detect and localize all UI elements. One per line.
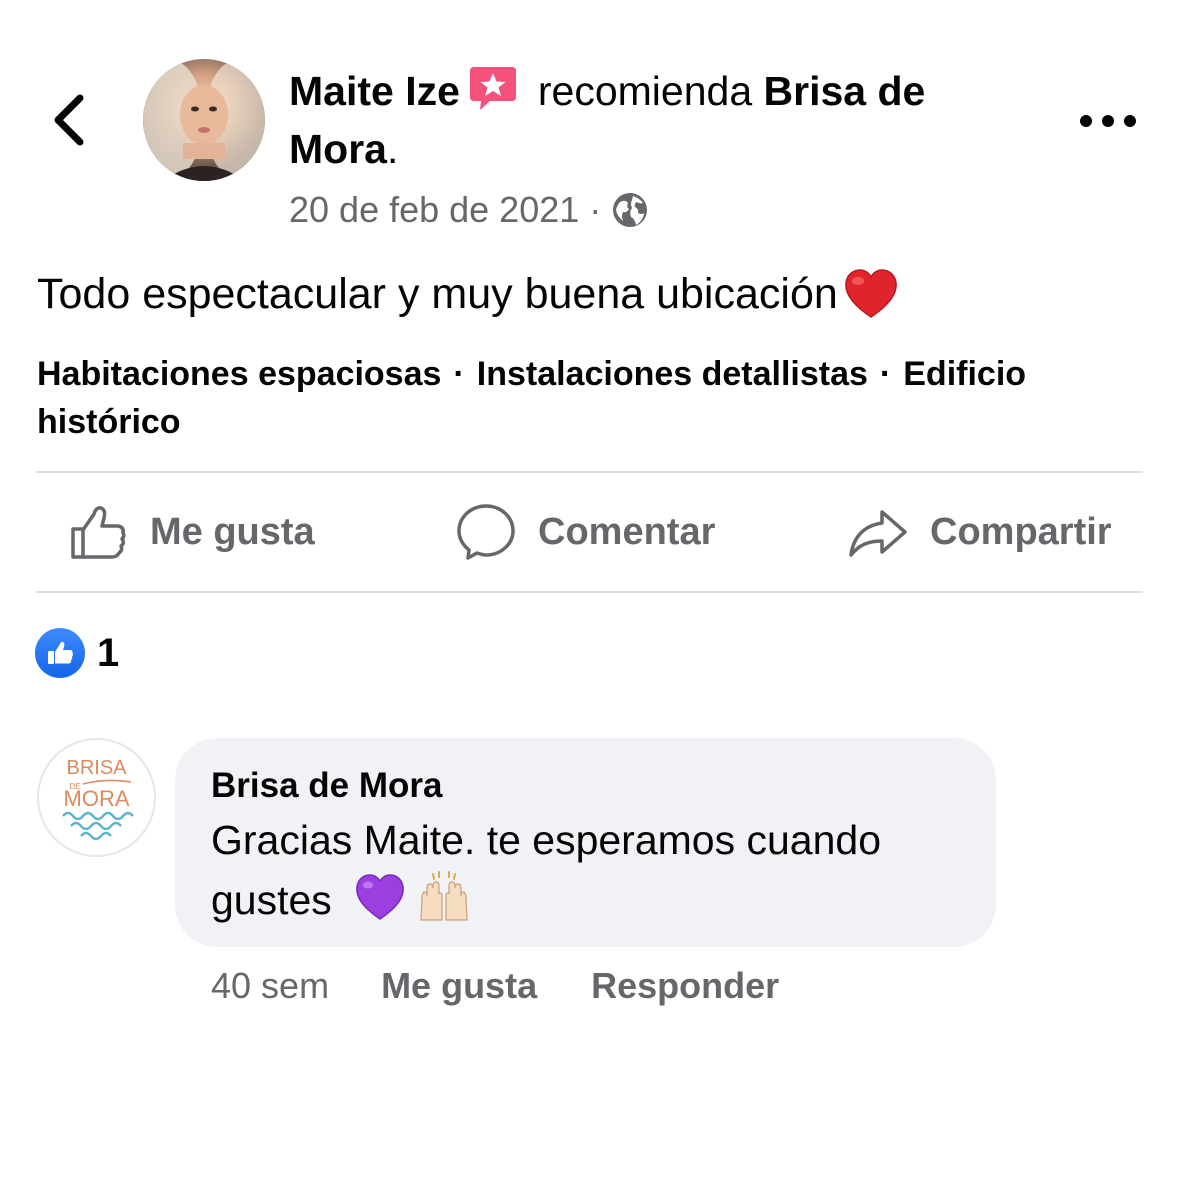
comment-author[interactable]: Brisa de Mora	[211, 762, 960, 810]
like-button-label: Me gusta	[150, 510, 315, 553]
post-meta: 20 de feb de 2021 ·	[289, 186, 649, 234]
tag-separator: ·	[453, 355, 465, 393]
post-text: Todo espectacular y muy buena ubicación	[37, 270, 838, 318]
author-avatar[interactable]	[143, 59, 265, 181]
more-horizontal-icon-dot	[1124, 115, 1136, 127]
share-arrow-icon	[849, 510, 907, 557]
tag-item: Habitaciones espaciosas	[37, 355, 442, 393]
share-button-label: Compartir	[930, 510, 1112, 553]
recommend-verb: recomienda	[537, 68, 753, 114]
red-heart-emoji	[842, 265, 900, 323]
raising-hands-emoji	[417, 870, 471, 924]
comment-timestamp[interactable]: 40 sem	[211, 962, 329, 1010]
divider	[36, 591, 1143, 593]
recommendation-tags: Habitaciones espaciosas · Instalaciones de…	[37, 350, 1137, 446]
comment-bubble[interactable]: Brisa de Mora Gracias Maite. te esperamo…	[175, 738, 996, 947]
thumbs-up-icon	[71, 506, 126, 559]
profile-photo	[143, 61, 265, 181]
meta-separator: ·	[589, 189, 602, 230]
chevron-left-icon	[54, 94, 84, 146]
comment-button[interactable]: Comentar	[456, 500, 715, 564]
purple-heart-emoji	[353, 870, 407, 924]
comment-button-label: Comentar	[538, 510, 716, 553]
logo-text-line3: MORA	[64, 786, 130, 811]
comment-text: Gracias Maite. te esperamos cuando guste…	[211, 817, 881, 923]
divider	[36, 471, 1143, 473]
post-body: Todo espectacular y muy buena ubicación	[37, 264, 900, 324]
comment-bubble-icon	[457, 504, 515, 560]
comment-actions: 40 sem Me gusta Responder	[211, 962, 833, 1010]
brisa-de-mora-logo: BRISA DE MORA	[62, 757, 134, 841]
comment-like-button[interactable]: Me gusta	[381, 962, 537, 1010]
tag-separator: ·	[879, 355, 892, 393]
author-name[interactable]: Maite Ize	[289, 68, 460, 114]
logo-text-line1: BRISA	[66, 757, 127, 779]
more-horizontal-icon-dot	[1102, 115, 1114, 127]
reaction-count: 1	[97, 630, 120, 675]
like-button[interactable]: Me gusta	[68, 500, 315, 564]
reactions-summary[interactable]: 1	[35, 628, 119, 678]
more-options-button[interactable]	[1080, 106, 1136, 136]
header-period: .	[386, 126, 399, 172]
back-button[interactable]	[46, 88, 96, 152]
share-button[interactable]: Compartir	[848, 500, 1112, 564]
recommendation-star-icon	[468, 63, 518, 113]
like-reaction-icon	[35, 628, 85, 678]
comment-text-wrapper: Gracias Maite. te esperamos cuando guste…	[211, 810, 960, 930]
commenter-avatar[interactable]: BRISA DE MORA	[37, 738, 156, 857]
globe-icon[interactable]	[611, 191, 649, 229]
tag-item: Instalaciones detallistas	[476, 355, 868, 393]
post-header: Maite Ize recomienda Brisa de Mora.	[289, 62, 1039, 178]
post-date[interactable]: 20 de feb de 2021	[289, 186, 579, 234]
comment-reply-button[interactable]: Responder	[591, 962, 779, 1010]
more-horizontal-icon-dot	[1080, 115, 1092, 127]
